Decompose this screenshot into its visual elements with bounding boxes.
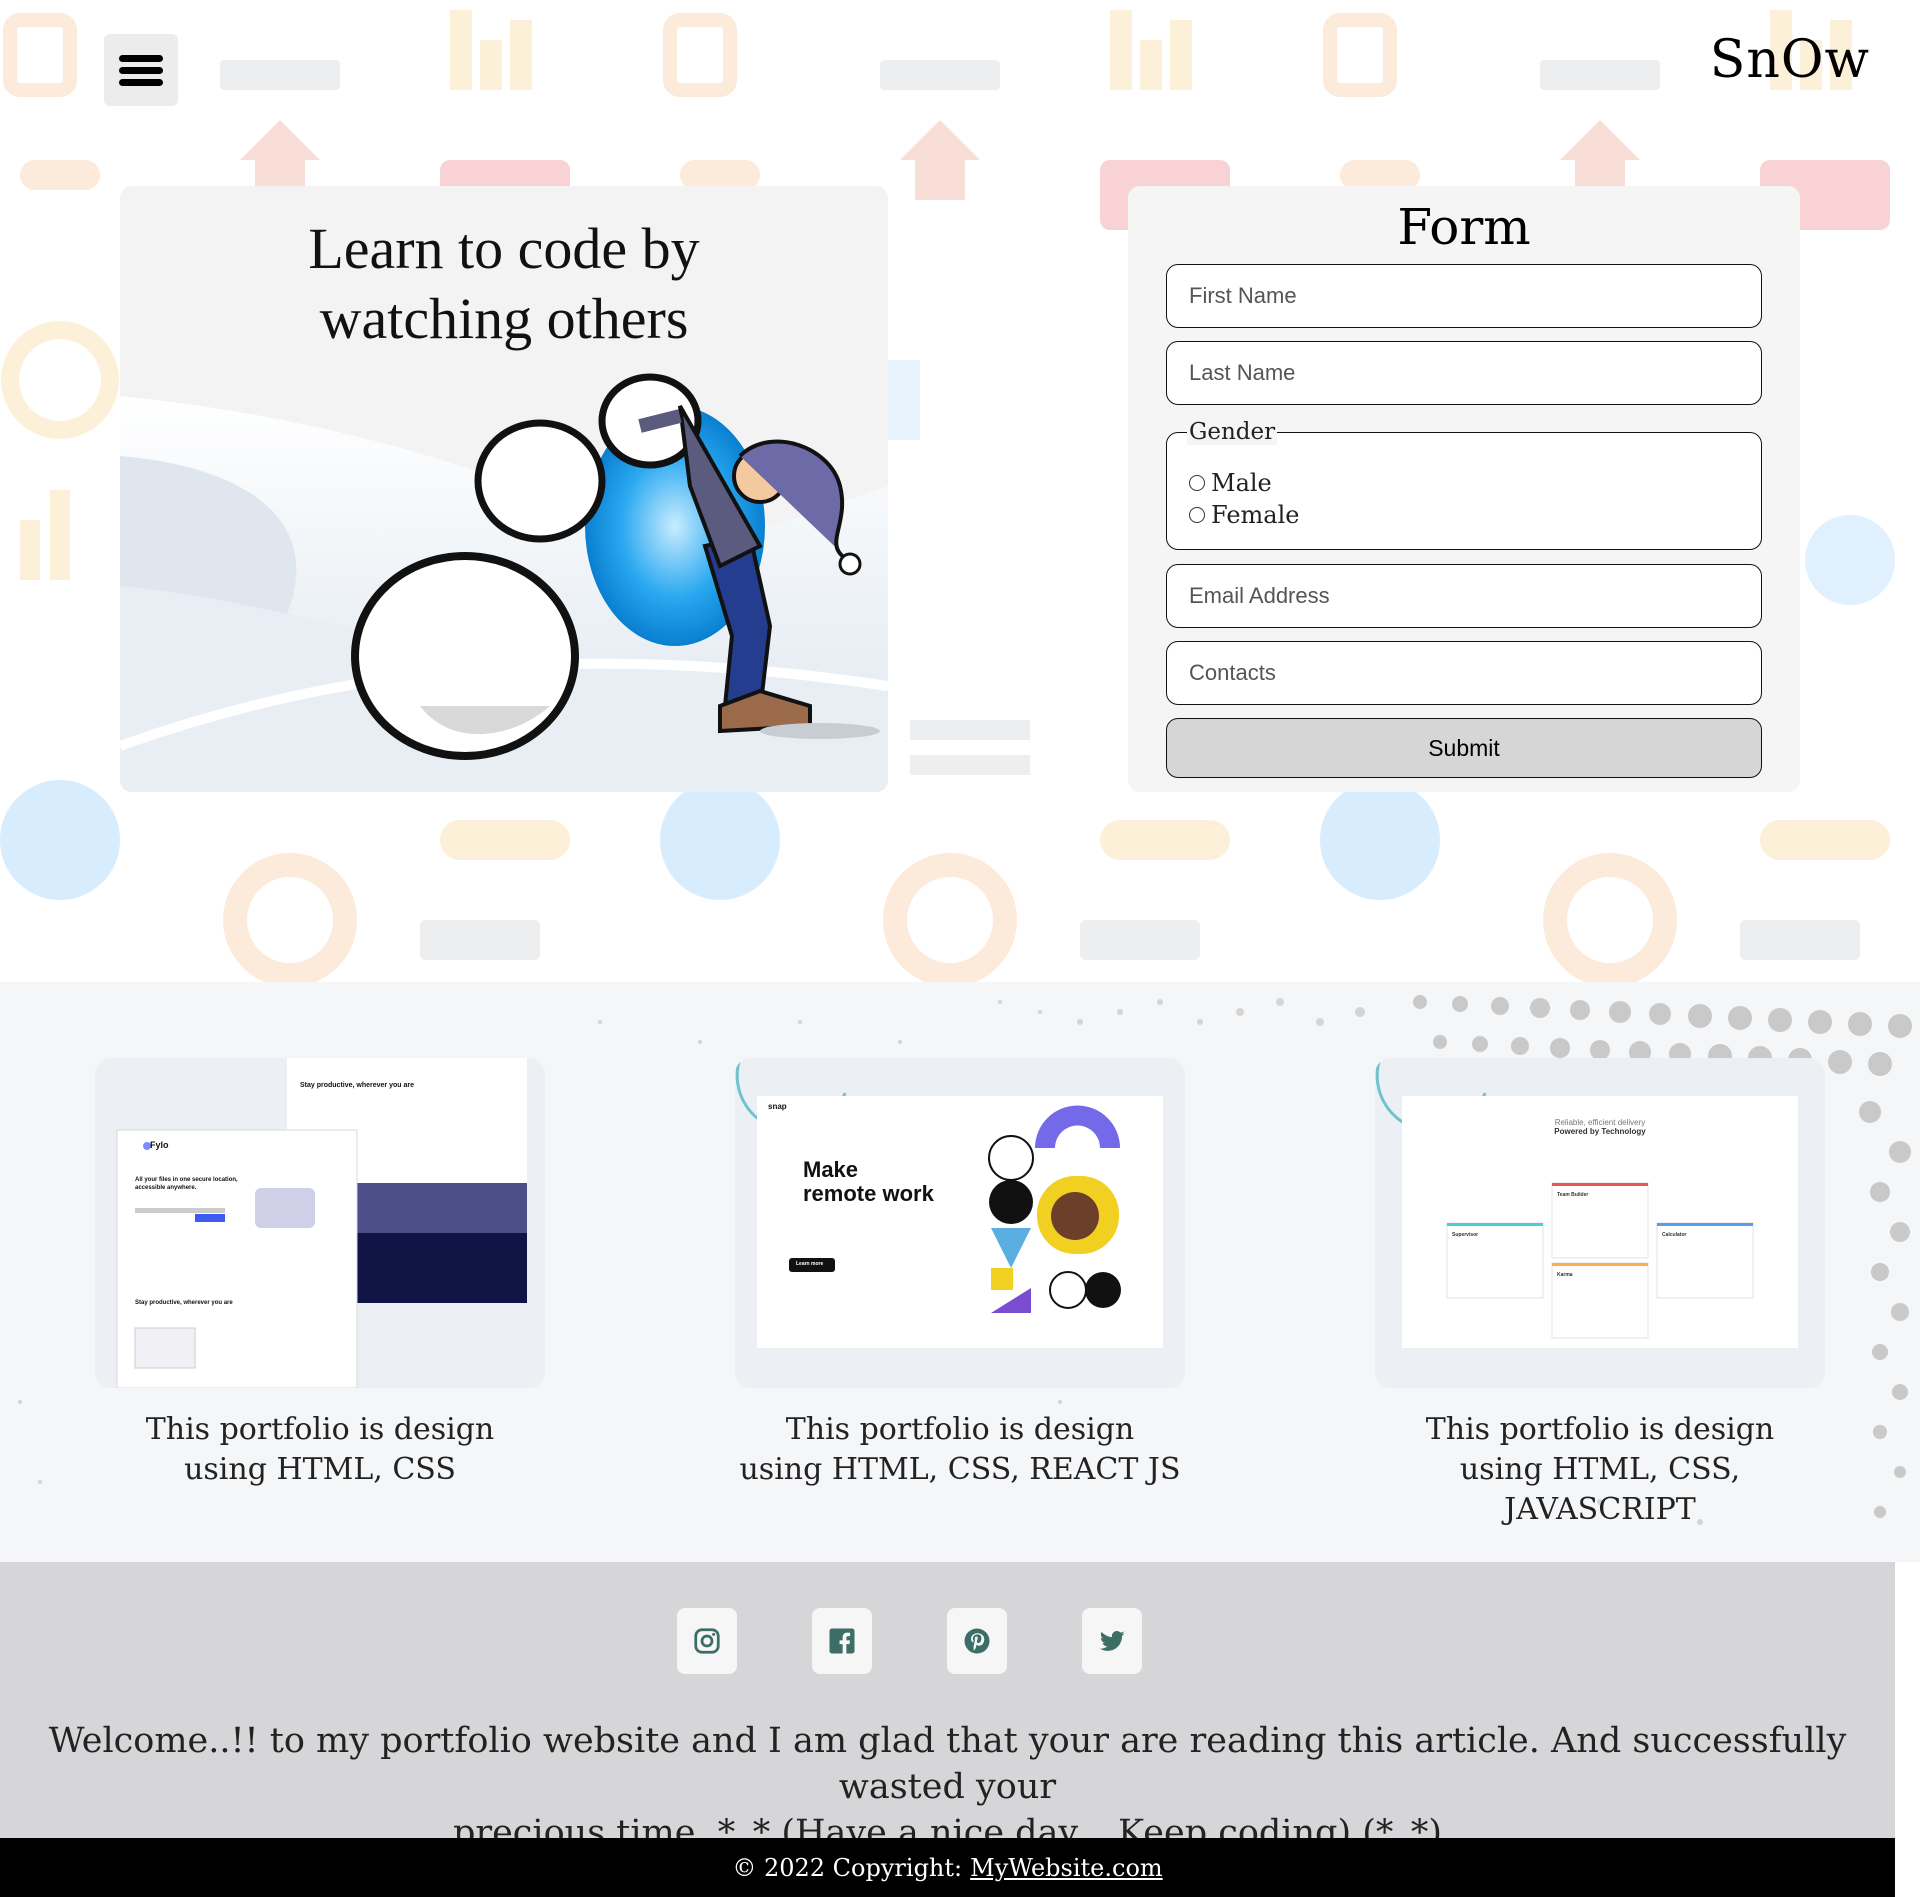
website-link[interactable]: MyWebsite.com	[970, 1854, 1163, 1882]
gender-option-label: Male	[1211, 469, 1272, 497]
gender-fieldset: Gender Male Female	[1166, 419, 1762, 550]
snap-preview	[735, 1058, 1185, 1388]
preview-card-title: Team Builder	[1557, 1192, 1589, 1198]
portfolio-screenshot[interactable]: Reliable, efficient delivery Powered by …	[1375, 1058, 1825, 1388]
radio-button[interactable]	[1189, 475, 1205, 491]
pinterest-link[interactable]	[947, 1608, 1007, 1674]
preview-headline: Reliable, efficient delivery Powered by …	[1554, 1118, 1646, 1136]
hero-section: SnOw Learn to code by watching others Fo…	[0, 0, 1920, 982]
facebook-icon	[829, 1628, 855, 1654]
contacts-field[interactable]	[1166, 641, 1762, 705]
preview-brand: Fylo	[150, 1140, 169, 1150]
portfolio-screenshot[interactable]: Fylo All your files in one secure locati…	[95, 1058, 545, 1388]
last-name-field[interactable]	[1166, 341, 1762, 405]
portfolio-item[interactable]: Reliable, efficient delivery Powered by …	[1375, 1058, 1825, 1530]
submit-button[interactable]: Submit	[1166, 718, 1762, 778]
footer: Welcome..!! to my portfolio website and …	[0, 1562, 1895, 1853]
portfolio-section: Fylo All your files in one secure locati…	[0, 982, 1920, 1562]
menu-button[interactable]	[104, 34, 178, 106]
portfolio-item[interactable]: Fylo All your files in one secure locati…	[95, 1058, 545, 1490]
instagram-icon	[694, 1628, 720, 1654]
signup-form: Form Gender Male Female Submit	[1128, 186, 1800, 792]
portfolio-item[interactable]: snap Make remote work Learn more This po…	[735, 1058, 1185, 1490]
form-title: Form	[1397, 198, 1531, 256]
email-field[interactable]	[1166, 564, 1762, 628]
copyright-bar: © 2022 Copyright: MyWebsite.com	[0, 1838, 1895, 1897]
fylo-preview	[95, 1058, 545, 1388]
instagram-link[interactable]	[677, 1608, 737, 1674]
pinterest-icon	[964, 1628, 990, 1654]
preview-card-title: Supervisor	[1452, 1232, 1479, 1238]
portfolio-caption: This portfolio is design using HTML, CSS	[145, 1412, 495, 1487]
first-name-field[interactable]	[1166, 264, 1762, 328]
gender-option-label: Female	[1211, 501, 1300, 529]
preview-card-title: Karma	[1557, 1272, 1573, 1278]
hero-card: Learn to code by watching others	[120, 186, 888, 792]
hamburger-menu-icon	[119, 50, 163, 91]
welcome-message: Welcome..!! to my portfolio website and …	[48, 1721, 1847, 1853]
preview-subhead-bottom: Stay productive, wherever you are	[135, 1300, 233, 1306]
twitter-icon	[1099, 1631, 1125, 1651]
portfolio-screenshot[interactable]: snap Make remote work Learn more	[735, 1058, 1185, 1388]
preview-subhead: Stay productive, wherever you are	[300, 1082, 414, 1089]
hero-title: Learn to code by watching others	[308, 216, 700, 351]
preview-button: Learn more	[796, 1261, 824, 1267]
gender-option-female[interactable]: Female	[1189, 501, 1300, 529]
copyright-text: © 2022 Copyright:	[732, 1853, 963, 1882]
facebook-link[interactable]	[812, 1608, 872, 1674]
four-card-preview	[1375, 1058, 1825, 1388]
gender-label: Gender	[1187, 419, 1278, 445]
twitter-link[interactable]	[1082, 1608, 1142, 1674]
portfolio-caption: This portfolio is design using HTML, CSS…	[1425, 1412, 1775, 1527]
preview-headline: All your files in one secure location, a…	[135, 1177, 238, 1191]
preview-headline: Make remote work	[803, 1157, 934, 1206]
radio-button[interactable]	[1189, 507, 1205, 523]
preview-brand: snap	[768, 1102, 787, 1111]
portfolio-caption: This portfolio is design using HTML, CSS…	[739, 1412, 1181, 1487]
site-brand[interactable]: SnOw	[1710, 30, 1870, 90]
preview-card-title: Calculator	[1662, 1232, 1687, 1238]
gender-option-male[interactable]: Male	[1189, 469, 1272, 497]
page-edge	[1895, 1562, 1920, 1897]
